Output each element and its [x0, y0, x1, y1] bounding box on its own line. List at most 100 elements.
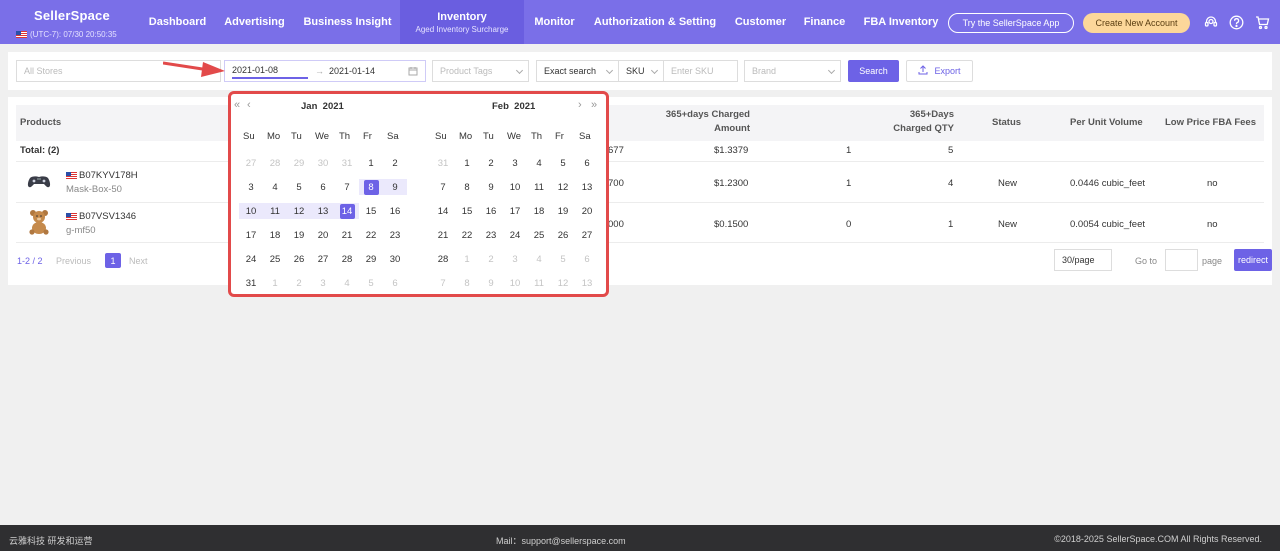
right-year[interactable]: 2021 [514, 101, 535, 112]
app-logo[interactable]: SellerSpace [34, 8, 110, 23]
search-mode-select[interactable]: Exact search [536, 60, 619, 82]
left-day-cell[interactable]: 15 [359, 203, 383, 219]
right-day-cell[interactable]: 3 [503, 155, 527, 171]
left-day-cell[interactable]: 18 [263, 227, 287, 243]
right-day-cell[interactable]: 26 [551, 227, 575, 243]
date-start-value[interactable]: 2021-01-08 [232, 65, 308, 79]
next-year-icon[interactable]: » [591, 99, 597, 111]
left-day-cell[interactable]: 4 [263, 179, 287, 195]
sku-type-select[interactable]: SKU [618, 60, 664, 82]
nav-authorization-setting[interactable]: Authorization & Setting [586, 0, 724, 44]
right-day-cell[interactable]: 8 [455, 179, 479, 195]
nav-finance[interactable]: Finance [797, 0, 852, 44]
right-day-cell[interactable]: 22 [455, 227, 479, 243]
redirect-button[interactable]: redirect [1234, 249, 1272, 271]
try-app-button[interactable]: Try the SellerSpace App [948, 13, 1074, 33]
nav-advertising[interactable]: Advertising [218, 0, 291, 44]
search-button[interactable]: Search [848, 60, 899, 82]
right-day-cell[interactable]: 16 [479, 203, 503, 219]
product-tags-select[interactable]: Product Tags [432, 60, 529, 82]
left-day-cell[interactable]: 11 [263, 203, 287, 219]
left-day-cell[interactable]: 13 [311, 203, 335, 219]
right-day-cell[interactable]: 21 [431, 227, 455, 243]
right-day-cell[interactable]: 17 [503, 203, 527, 219]
left-day-cell[interactable]: 12 [287, 203, 311, 219]
left-day-cell[interactable]: 24 [239, 251, 263, 267]
nav-monitor[interactable]: Monitor [526, 0, 583, 44]
left-day-cell[interactable]: 26 [287, 251, 311, 267]
export-button[interactable]: Export [906, 60, 973, 82]
left-day-cell[interactable]: 5 [287, 179, 311, 195]
prev-year-icon[interactable]: « [234, 99, 240, 111]
right-day-cell[interactable]: 5 [551, 155, 575, 171]
nav-fba-inventory[interactable]: FBA Inventory [856, 0, 946, 44]
next-page-button[interactable]: Next [129, 256, 148, 266]
right-day-cell[interactable]: 2 [479, 155, 503, 171]
left-day-cell[interactable]: 31 [239, 275, 263, 291]
left-day-cell[interactable]: 19 [287, 227, 311, 243]
product-asin[interactable]: B07KYV178H [79, 170, 138, 181]
right-day-cell[interactable]: 1 [455, 155, 479, 171]
right-month[interactable]: Feb [492, 101, 509, 112]
right-day-cell[interactable]: 10 [503, 179, 527, 195]
left-day-cell[interactable]: 21 [335, 227, 359, 243]
right-day-cell[interactable]: 13 [575, 179, 599, 195]
prev-month-icon[interactable]: ‹ [247, 99, 251, 111]
right-day-cell[interactable]: 25 [527, 227, 551, 243]
nav-inventory-sub[interactable]: Aged Inventory Surcharge [416, 25, 509, 34]
left-day-cell[interactable]: 9 [383, 179, 407, 195]
product-thumbnail-controller[interactable] [24, 167, 54, 197]
left-day-cell[interactable]: 17 [239, 227, 263, 243]
nav-dashboard[interactable]: Dashboard [140, 0, 215, 44]
product-asin[interactable]: B07VSV1346 [79, 211, 136, 222]
left-month[interactable]: Jan [301, 101, 317, 112]
right-day-cell[interactable]: 14 [431, 203, 455, 219]
nav-business-insight[interactable]: Business Insight [295, 0, 400, 44]
brand-select[interactable]: Brand [744, 60, 841, 82]
left-day-cell[interactable]: 23 [383, 227, 407, 243]
left-day-cell[interactable]: 20 [311, 227, 335, 243]
left-day-cell[interactable]: 7 [335, 179, 359, 195]
left-day-cell[interactable]: 6 [311, 179, 335, 195]
right-day-cell[interactable]: 12 [551, 179, 575, 195]
right-day-cell[interactable]: 9 [479, 179, 503, 195]
left-day-cell[interactable]: 28 [335, 251, 359, 267]
help-icon[interactable] [1228, 14, 1244, 30]
sku-input[interactable]: Enter SKU [663, 60, 738, 82]
next-month-icon[interactable]: › [578, 99, 582, 111]
left-day-cell[interactable]: 2 [383, 155, 407, 171]
right-day-cell[interactable]: 11 [527, 179, 551, 195]
left-day-cell[interactable]: 8 [359, 179, 383, 195]
left-day-cell[interactable]: 14 [335, 203, 359, 219]
right-day-cell[interactable]: 15 [455, 203, 479, 219]
page-1-button[interactable]: 1 [105, 253, 121, 268]
left-day-cell[interactable]: 10 [239, 203, 263, 219]
left-day-cell[interactable]: 29 [359, 251, 383, 267]
cart-icon[interactable] [1254, 14, 1270, 30]
per-page-select[interactable]: 30/page [1054, 249, 1112, 271]
footer-mail[interactable]: Mail：support@sellerspace.com [496, 534, 626, 547]
right-day-cell[interactable]: 24 [503, 227, 527, 243]
right-day-cell[interactable]: 6 [575, 155, 599, 171]
support-icon[interactable] [1203, 14, 1219, 30]
right-day-cell[interactable]: 19 [551, 203, 575, 219]
create-account-button[interactable]: Create New Account [1083, 13, 1190, 33]
right-day-cell[interactable]: 23 [479, 227, 503, 243]
previous-page-button[interactable]: Previous [56, 256, 91, 266]
left-day-cell[interactable]: 1 [359, 155, 383, 171]
left-day-cell[interactable]: 3 [239, 179, 263, 195]
left-year[interactable]: 2021 [323, 101, 344, 112]
nav-customer[interactable]: Customer [728, 0, 793, 44]
right-day-cell[interactable]: 18 [527, 203, 551, 219]
left-day-cell[interactable]: 25 [263, 251, 287, 267]
goto-page-input[interactable] [1165, 249, 1198, 271]
product-thumbnail-bear[interactable] [24, 206, 54, 236]
date-range-input[interactable]: 2021-01-08 → 2021-01-14 [224, 60, 426, 82]
right-day-cell[interactable]: 27 [575, 227, 599, 243]
date-end-value[interactable]: 2021-01-14 [329, 66, 375, 76]
calendar-icon[interactable] [408, 66, 418, 78]
left-day-cell[interactable]: 27 [311, 251, 335, 267]
right-day-cell[interactable]: 28 [431, 251, 455, 267]
right-day-cell[interactable]: 20 [575, 203, 599, 219]
left-day-cell[interactable]: 30 [383, 251, 407, 267]
